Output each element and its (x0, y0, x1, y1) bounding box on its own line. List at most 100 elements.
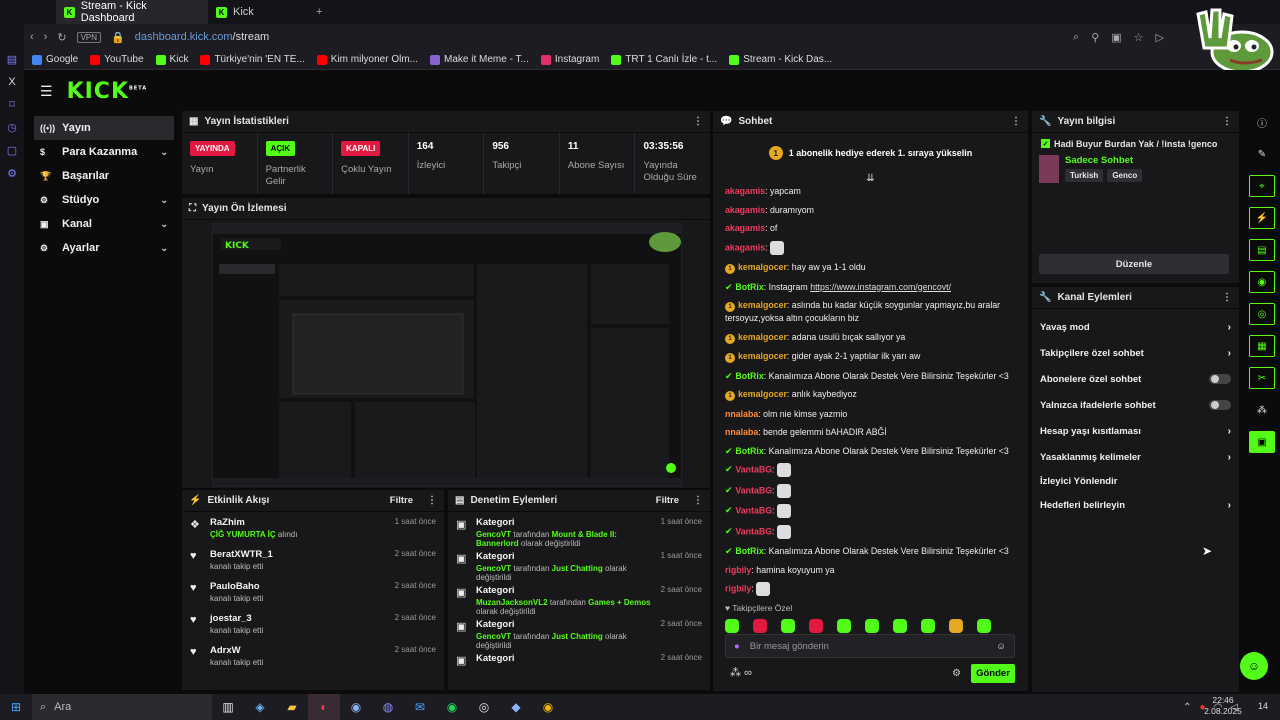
bookmark-item[interactable]: Make it Meme - T... (430, 54, 529, 65)
quick-emote-icon[interactable] (865, 619, 879, 633)
zoom-icon[interactable]: ⌕ (1073, 31, 1079, 44)
taskbar-clock[interactable]: 22:46 2.08.2025 (1200, 695, 1246, 717)
obs-icon[interactable]: ◎ (468, 694, 500, 720)
chat-username[interactable]: kemalgocer (738, 389, 787, 399)
quick-emote-icon[interactable] (809, 619, 823, 633)
edit-button[interactable]: Düzenle (1039, 254, 1229, 274)
sidebar-item-2[interactable]: 🏆 Başarılar (34, 164, 174, 188)
send-button[interactable]: Gönder (971, 664, 1015, 683)
tag-chip[interactable]: Genco (1107, 169, 1143, 182)
url-field[interactable]: dashboard.kick.com/stream (135, 31, 270, 43)
box-icon[interactable]: ▢ (7, 144, 17, 157)
chat-username[interactable]: rigbily (725, 565, 751, 575)
mod-row[interactable]: ▣ Kategori 2 saat önce (448, 648, 710, 682)
mod-row[interactable]: ▣ Kategori GencoVT tarafından Just Chattin… (448, 614, 710, 650)
mod-row[interactable]: ▣ Kategori GencoVT tarafından Mount & Blad… (448, 512, 710, 548)
sidebar-item-4[interactable]: ▣ Kanal ⌄ (34, 212, 174, 236)
mod-row[interactable]: ▣ Kategori GencoVT tarafından Just Chattin… (448, 546, 710, 582)
channel-action-5[interactable]: Yasaklanmış kelimeler › (1032, 444, 1239, 470)
lightning-icon[interactable]: ⚡ (1249, 207, 1275, 229)
filter-button[interactable]: Filtre (390, 495, 413, 506)
steam-icon[interactable]: ◉ (340, 694, 372, 720)
chat-username[interactable]: akagamis (725, 205, 765, 215)
chat-username[interactable]: VantaBG (735, 526, 772, 536)
activity-row[interactable]: ❖ RaZhim ÇİĞ YUMURTA İÇ alındı 1 saat önce (182, 512, 444, 544)
category-name[interactable]: Sadece Sohbet (1065, 155, 1142, 166)
quick-emote-icon[interactable] (725, 619, 739, 633)
notification-count[interactable]: 14 (1258, 701, 1268, 711)
chat-username[interactable]: akagamis (725, 242, 765, 252)
chat-username[interactable]: BotRix (735, 446, 763, 456)
vpn-badge[interactable]: VPN (76, 31, 102, 43)
clock-icon[interactable]: ◷ (7, 121, 17, 134)
chat-username[interactable]: BotRix (735, 546, 763, 556)
chat-settings-icon[interactable]: ⚙ (952, 668, 961, 679)
layers-icon[interactable]: ▦ (1249, 335, 1275, 357)
stream-preview-video[interactable]: KICK (212, 223, 682, 487)
chat-username[interactable]: akagamis (725, 223, 765, 233)
sidebar-item-0[interactable]: ((•)) Yayın (34, 116, 174, 140)
bookmark-item[interactable]: Google (32, 54, 78, 65)
opera-gx-icon[interactable]: ◐ (308, 694, 340, 720)
tag-chip[interactable]: Turkish (1065, 169, 1104, 182)
focus-icon[interactable]: ⌖ (1249, 175, 1275, 197)
bookmark-item[interactable]: Kim milyoner Olm... (316, 54, 418, 65)
emoji-icon[interactable]: ☺ (996, 641, 1006, 652)
sidebar-item-1[interactable]: $ Para Kazanma ⌄ (34, 140, 174, 164)
broadcast-icon[interactable]: ◎ (1249, 303, 1275, 325)
pencil-icon[interactable]: ✎ (1249, 143, 1275, 165)
channel-action-1[interactable]: Takipçilere özel sohbet › (1032, 340, 1239, 366)
more-options-icon[interactable]: ⋮ (1222, 116, 1232, 127)
more-options-icon[interactable]: ⋮ (427, 495, 437, 506)
copilot-icon[interactable]: ◈ (244, 694, 276, 720)
x-icon[interactable]: X (8, 76, 15, 88)
chat-username[interactable]: BotRix (735, 371, 763, 381)
channel-action-4[interactable]: Hesap yaşı kısıtlaması › (1032, 418, 1239, 444)
chat-username[interactable]: BotRix (735, 282, 763, 292)
quick-emote-icon[interactable] (977, 619, 991, 633)
clipboard-icon[interactable]: ▤ (1249, 239, 1275, 261)
chat-options[interactable]: ⁂ ∞ (730, 666, 752, 679)
quick-emote-icon[interactable] (949, 619, 963, 633)
chat-username[interactable]: nnalaba (725, 427, 758, 437)
more-options-icon[interactable]: ⋮ (1222, 292, 1232, 303)
pinned-banner[interactable]: 1 1 abonelik hediye ederek 1. sıraya yük… (713, 133, 1028, 173)
mod-row[interactable]: ▣ Kategori MuzanJacksonVL2 tarafından Game… (448, 580, 710, 616)
chat-username[interactable]: VantaBG (735, 505, 772, 515)
bookmark-item[interactable]: Kick (155, 54, 188, 65)
bookmark-item[interactable]: TRT 1 Canlı İzle - t... (611, 54, 717, 65)
support-chat-icon[interactable]: ☺ (1240, 652, 1268, 680)
group-icon[interactable]: ⁂ (1249, 399, 1275, 421)
tray-up-icon[interactable]: ⌃ (1183, 702, 1191, 713)
channel-action-0[interactable]: Yavaş mod › (1032, 314, 1239, 340)
quick-emote-icon[interactable] (921, 619, 935, 633)
chat-input[interactable]: ● Bir mesaj gönderin ☺ (725, 634, 1015, 658)
channel-action-6[interactable]: İzleyici Yönlendir (1032, 470, 1239, 492)
reload-icon[interactable]: ↻ (57, 31, 66, 44)
taskbar-search[interactable]: ⌕ Ara (32, 694, 212, 720)
chat-username[interactable]: kemalgocer (738, 332, 787, 342)
chat-username[interactable]: kemalgocer (738, 262, 787, 272)
toggle-switch[interactable] (1209, 374, 1231, 384)
forward-icon[interactable]: › (44, 31, 48, 43)
settings-icon[interactable]: ⚙ (7, 167, 17, 180)
discord-icon[interactable]: ◍ (372, 694, 404, 720)
app-icon[interactable]: ◆ (500, 694, 532, 720)
back-icon[interactable]: ‹ (30, 31, 34, 43)
info-icon[interactable]: ⓘ (1249, 111, 1275, 133)
filter-button[interactable]: Filtre (656, 495, 679, 506)
activity-row[interactable]: ♥ PauloBaho kanalı takip etti 2 saat önce (182, 576, 444, 608)
chat-username[interactable]: kemalgocer (738, 351, 787, 361)
channel-action-3[interactable]: Yalnızca ifadelerle sohbet (1032, 392, 1239, 418)
chevron-down-icon[interactable]: ⌄ (160, 147, 168, 158)
play-icon[interactable]: ▷ (1156, 31, 1164, 44)
more-options-icon[interactable]: ⋮ (693, 116, 703, 127)
channel-action-2[interactable]: Abonelere özel sohbet (1032, 366, 1239, 392)
bookmark-icon[interactable]: ☆ (1134, 31, 1144, 44)
film-icon[interactable]: ▣ (1249, 431, 1275, 453)
file-explorer-icon[interactable]: ▰ (276, 694, 308, 720)
activity-row[interactable]: ♥ AdrxW kanalı takip etti 2 saat önce (182, 640, 444, 672)
start-icon[interactable]: ⊞ (0, 694, 32, 720)
chat-link[interactable]: https://www.instagram.com/gencovt/ (810, 282, 951, 292)
quick-emote-icon[interactable] (837, 619, 851, 633)
